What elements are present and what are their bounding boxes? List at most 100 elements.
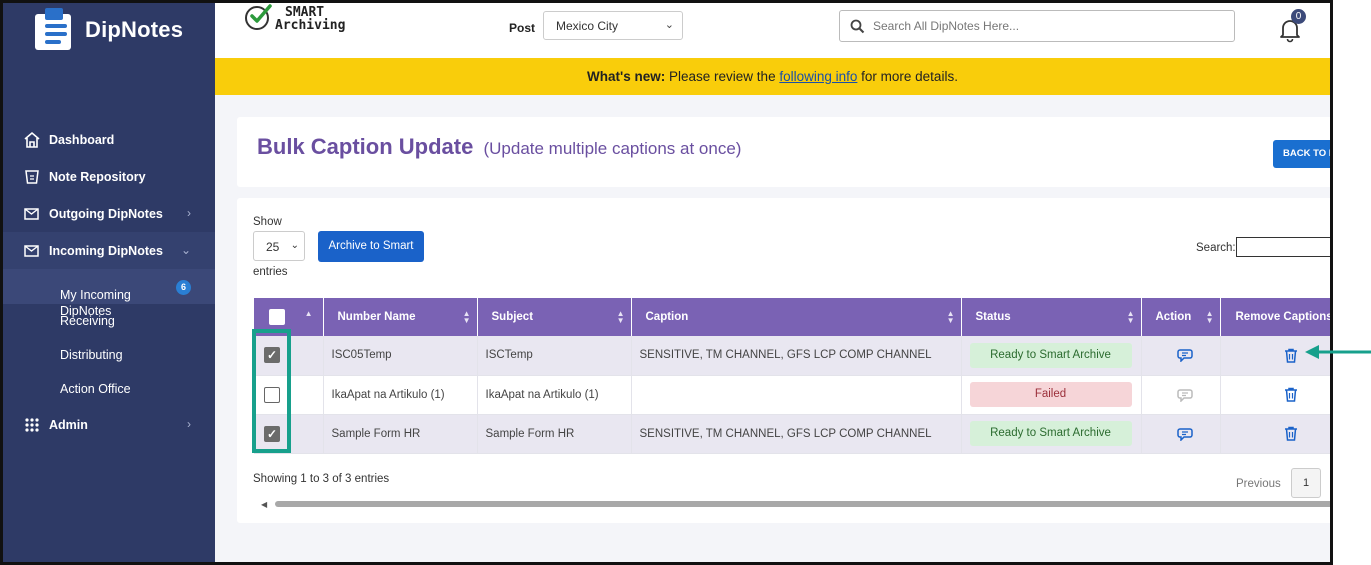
status-badge: Ready to Smart Archive: [969, 342, 1132, 368]
chevron-right-icon: ›: [187, 417, 191, 431]
sidebar: DipNotes Dashboard Note Repository Outgo…: [3, 3, 215, 562]
smart-archiving-logo: SMART Archiving: [245, 4, 346, 33]
column-header[interactable]: Subject ▲ ▼: [477, 298, 632, 336]
page-subtitle: (Update multiple captions at once): [483, 139, 742, 158]
table-search-label: Search:: [1196, 242, 1236, 254]
sidebar-subitem-label: Receiving: [60, 314, 115, 328]
sidebar-subitem-action-office[interactable]: Action Office: [3, 372, 215, 406]
checkmark-icon: [245, 4, 272, 30]
sidebar-item-dashboard[interactable]: Dashboard: [3, 121, 215, 158]
post-label: Post: [509, 21, 536, 35]
scrollbar-thumb[interactable]: [275, 501, 1330, 507]
sidebar-subitem-my-incoming[interactable]: My Incoming DipNotes 6: [3, 269, 215, 318]
captions-table: ▲ Number Name ▲ ▼ Subject ▲ ▼ Caption ▲ ▼ Stat…: [254, 298, 1331, 454]
sort-icon: ▲ ▼: [1126, 309, 1135, 325]
sidebar-subitem-distributing[interactable]: Distributing: [3, 338, 215, 372]
table-card: Show 25 ⌄ entries Archive to Smart Searc…: [237, 198, 1331, 523]
page-title: Bulk Caption Update (Update multiple cap…: [257, 134, 741, 160]
title-card: Bulk Caption Update (Update multiple cap…: [237, 117, 1330, 187]
chevron-down-icon: ⌄: [664, 19, 674, 31]
home-icon: [23, 131, 41, 149]
sidebar-item-label: Incoming DipNotes: [49, 243, 163, 258]
chat-action-icon[interactable]: [1150, 427, 1220, 441]
search-input[interactable]: [871, 18, 1215, 34]
subject-cell: ISCTemp: [477, 336, 632, 376]
table-search-input[interactable]: [1236, 237, 1330, 257]
sort-icon: ▲ ▼: [616, 309, 625, 325]
chat-action-icon: [1150, 388, 1220, 402]
sidebar-subitem-label: Action Office: [60, 382, 131, 396]
scroll-left-icon[interactable]: ◀: [261, 500, 267, 509]
checkbox-highlight-box: [252, 329, 291, 453]
trash-icon[interactable]: [1229, 387, 1331, 402]
top-bar: SMART Archiving Post Mexico City ⌄ 0: [215, 3, 1330, 58]
sidebar-nav: Dashboard Note Repository Outgoing DipNo…: [3, 121, 215, 443]
entries-label: entries: [253, 266, 288, 278]
number-name-cell: IkaApat na Artikulo (1): [323, 375, 478, 415]
column-header[interactable]: Number Name ▲ ▼: [323, 298, 478, 336]
sort-icon: ▲ ▼: [946, 309, 955, 325]
sidebar-item-label: Outgoing DipNotes: [49, 206, 163, 221]
trash-icon[interactable]: [1229, 426, 1331, 441]
grid-icon: [23, 416, 41, 434]
sort-icon[interactable]: ▲: [305, 310, 313, 318]
sidebar-item-label: Note Repository: [49, 169, 146, 184]
sidebar-subitem-label: Distributing: [60, 348, 123, 362]
caption-cell: [631, 375, 962, 415]
brand-name: DipNotes: [85, 17, 184, 42]
caption-cell: SENSITIVE, TM CHANNEL, GFS LCP COMP CHAN…: [631, 336, 962, 376]
chevron-right-icon: ›: [187, 206, 191, 220]
show-label: Show: [253, 216, 282, 228]
logo-line2: Archiving: [275, 18, 346, 33]
page-length-select[interactable]: 25 ⌄: [253, 231, 305, 261]
post-select-value: Mexico City: [556, 19, 619, 33]
number-name-cell: Sample Form HR: [323, 414, 478, 454]
column-header[interactable]: Status ▲ ▼: [961, 298, 1142, 336]
sidebar-item-incoming-dipnotes[interactable]: Incoming DipNotes ⌄: [3, 232, 215, 269]
horizontal-scrollbar[interactable]: ◀: [255, 499, 1330, 509]
table-row: IkaApat na Artikulo (1) IkaApat na Artik…: [254, 375, 1331, 415]
sort-icon: ▲ ▼: [462, 309, 471, 325]
table-row: ✓ Sample Form HR Sample Form HR SENSITIV…: [254, 414, 1331, 454]
column-header[interactable]: Action ▲ ▼: [1141, 298, 1221, 336]
post-select[interactable]: Mexico City ⌄: [543, 11, 683, 40]
subject-cell: IkaApat na Artikulo (1): [477, 375, 632, 415]
sidebar-subitem-receiving[interactable]: Receiving: [3, 304, 215, 338]
banner-heading: What's new:: [587, 69, 666, 84]
table-info: Showing 1 to 3 of 3 entries: [253, 473, 390, 485]
sidebar-item-note-repository[interactable]: Note Repository: [3, 158, 215, 195]
sidebar-item-outgoing-dipnotes[interactable]: Outgoing DipNotes ›: [3, 195, 215, 232]
count-badge: 6: [176, 280, 191, 295]
banner-link[interactable]: following info: [779, 69, 857, 84]
whats-new-banner: What's new: Please review the following …: [215, 58, 1330, 95]
pointer-arrow-icon: [1303, 343, 1371, 361]
global-search[interactable]: [839, 10, 1235, 42]
subject-cell: Sample Form HR: [477, 414, 632, 454]
status-badge: Failed: [969, 382, 1132, 407]
archive-to-smart-button[interactable]: Archive to Smart: [318, 231, 424, 262]
select-all-checkbox[interactable]: [269, 309, 285, 325]
page-length-value: 25: [266, 240, 280, 254]
back-button[interactable]: BACK TO L: [1273, 140, 1330, 168]
sidebar-item-label: Dashboard: [49, 132, 115, 147]
notes-logo-icon: [31, 8, 79, 52]
outgoing-mail-icon: [23, 205, 41, 223]
sidebar-item-label: Admin: [49, 417, 88, 432]
page-title-text: Bulk Caption Update: [257, 134, 474, 159]
table-row: ✓ ISC05Temp ISCTemp SENSITIVE, TM CHANNE…: [254, 336, 1330, 376]
sidebar-item-admin[interactable]: Admin ›: [3, 406, 215, 443]
brand-logo[interactable]: DipNotes: [31, 5, 183, 55]
chevron-down-icon: ⌄: [180, 243, 191, 257]
table-header-row: ▲ Number Name ▲ ▼ Subject ▲ ▼ Caption ▲ ▼ Stat…: [254, 298, 1330, 336]
status-badge: Ready to Smart Archive: [969, 421, 1132, 446]
page-1-button[interactable]: 1: [1291, 468, 1321, 498]
column-header[interactable]: Caption ▲ ▼: [631, 298, 962, 336]
app-window: DipNotes Dashboard Note Repository Outgo…: [0, 0, 1333, 565]
repository-icon: [23, 168, 41, 186]
column-header[interactable]: Remove Captions: [1220, 298, 1330, 336]
chat-action-icon[interactable]: [1150, 348, 1220, 363]
banner-text: Please review the: [669, 69, 776, 84]
notification-badge: 0: [1291, 9, 1306, 24]
previous-page-button[interactable]: Previous: [1236, 478, 1281, 490]
banner-text-end: for more details.: [861, 69, 958, 84]
